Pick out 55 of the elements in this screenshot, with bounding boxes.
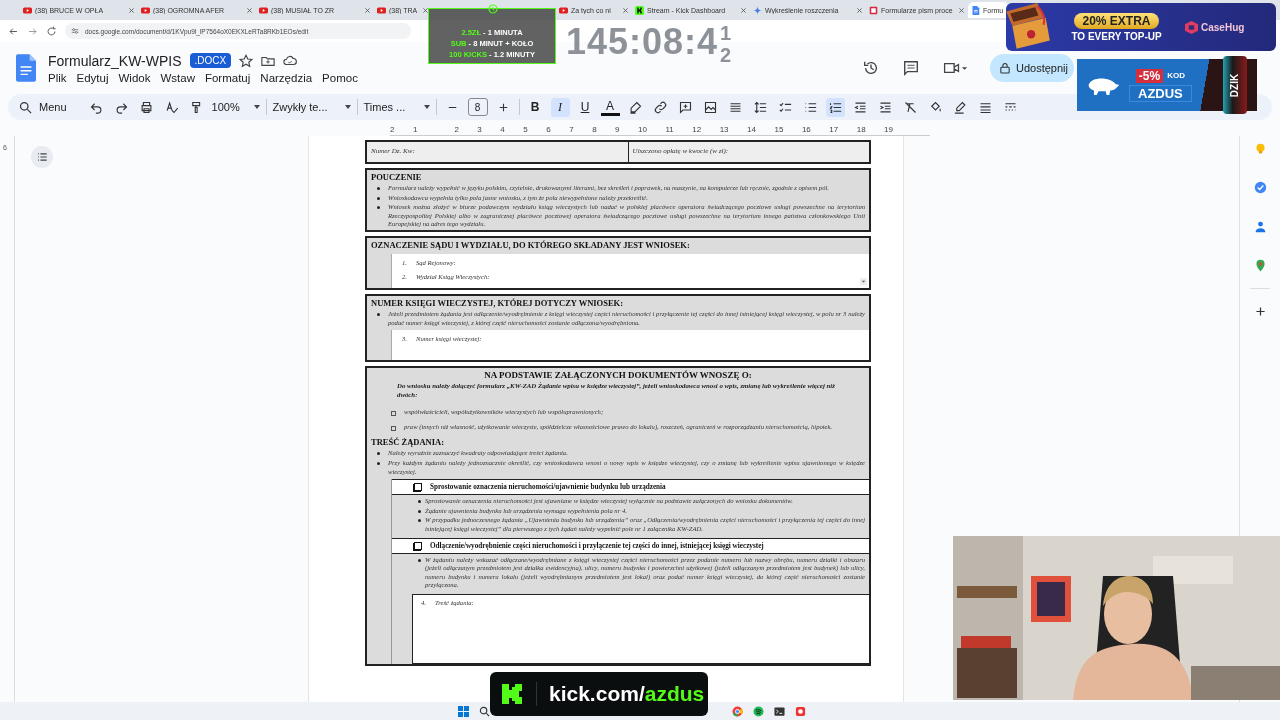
timer-text: 145:08:4 (566, 22, 719, 62)
channel-url: kick.com/azdus (536, 682, 705, 706)
menu-search-field[interactable]: Menu (16, 97, 81, 117)
ruler-number: 8 (592, 124, 597, 134)
headline-text: 20% EXTRA (1074, 12, 1159, 29)
font-dropdown[interactable]: Times ... (363, 101, 430, 113)
menu-item[interactable]: Pomoc (322, 71, 358, 84)
section-heading: NUMER KSIĘGI WIECZYSTEJ, KTÓREJ DOTYCZY WNIOSEK: (370, 297, 625, 310)
section-heading: NA PODSTAWIE ZAŁĄCZONYCH DOKUMENTÓW WNOSZĘ O: (483, 370, 753, 382)
ruler-number: 4 (500, 124, 505, 134)
font-size-field[interactable]: 8 (467, 98, 488, 116)
ruler-number: 15 (774, 124, 784, 134)
promo-code: AZDUS (1129, 84, 1192, 102)
zoom-dropdown[interactable]: 100% (211, 101, 260, 113)
ruler-number: 16 (801, 124, 811, 134)
ruler-number: 18 (856, 124, 866, 134)
brand-name: CaseHug (1201, 21, 1245, 33)
ruler-number: 19 (884, 124, 893, 134)
menu-item[interactable]: Formatuj (204, 71, 251, 84)
section-heading: POUCZENIE (370, 172, 423, 184)
ruler-number: 7 (569, 124, 574, 134)
subline-text: TO EVERY TOP-UP (1071, 30, 1162, 42)
menu-item[interactable]: Widok (118, 71, 151, 84)
menu-item[interactable]: Plik (48, 71, 67, 84)
timer-digit: 1 (720, 22, 732, 44)
timer-digit: 2 (720, 44, 732, 66)
format-button[interactable]: I (550, 97, 570, 117)
ruler-number: 14 (747, 124, 756, 134)
ruler-number: 12 (692, 124, 702, 134)
share-button[interactable]: Udostępnij (990, 54, 1074, 82)
ruler-number: 5 (523, 124, 528, 134)
discount-badge: -5% (1135, 68, 1164, 83)
ruler-number: 6 (546, 124, 551, 134)
menu-item[interactable]: Edytuj (76, 71, 109, 84)
file-type-badge: .DOCX (189, 53, 232, 68)
ruler-number: 3 (477, 124, 482, 134)
format-button[interactable]: A (600, 98, 620, 116)
ruler-number: 13 (719, 124, 729, 134)
ruler-number: 11 (665, 124, 674, 134)
style-dropdown[interactable]: Zwykły te... (272, 101, 351, 113)
ruler-number: 2 (454, 124, 459, 134)
ruler-number: 9 (615, 124, 620, 134)
document-title[interactable]: Formularz_KW-WPIS (48, 52, 182, 69)
format-button[interactable]: U (575, 97, 595, 117)
ruler-number: 2 (390, 124, 395, 134)
menu-item[interactable]: Narzędzia (260, 71, 313, 84)
ruler-number: 17 (829, 124, 839, 134)
ruler-number: 1 (412, 124, 418, 134)
ruler-number: 10 (638, 124, 647, 134)
can-drawing: DZIK (1223, 56, 1247, 114)
code-label: KOD (1167, 71, 1185, 80)
menu-item[interactable]: Wstaw (160, 71, 195, 84)
section-heading: TREŚĆ ŻĄDANIA: (370, 437, 445, 450)
section-heading: OZNACZENIE SĄDU I WYDZIAŁU, DO KTÓREGO SKŁADANY JEST WNIOSEK: (370, 239, 691, 252)
format-button[interactable]: B (525, 97, 545, 117)
